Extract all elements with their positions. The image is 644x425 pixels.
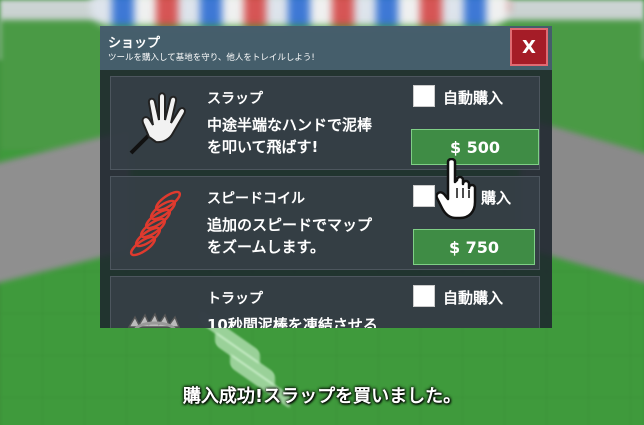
item-description-line: をズームします。	[207, 238, 326, 256]
auto-buy-label: 自動購入	[443, 289, 504, 307]
item-description-line: 追加のスピードでマップ	[207, 216, 373, 234]
item-description: 中途半端なハンドで泥棒 を叩いて飛ばす!	[207, 114, 407, 158]
coil-icon	[129, 190, 182, 257]
item-description-line: 中途半端なハンドで泥棒	[207, 116, 373, 134]
shop-header: ショップ ツールを購入して基地を守り、他人をトレイルしよう! X	[100, 26, 552, 70]
item-description: 追加のスピードでマップ をズームします。	[207, 214, 407, 258]
auto-buy-toggle[interactable]: 自動購入	[413, 85, 533, 109]
auto-buy-label: 自動購入	[443, 89, 504, 107]
shop-item-slap: スラップ 中途半端なハンドで泥棒 を叩いて飛ばす! 自動購入 $ 500	[110, 76, 540, 170]
item-description-line: を叩いて飛ばす!	[207, 138, 319, 156]
item-name: スピードコイル	[207, 191, 305, 207]
auto-buy-checkbox[interactable]	[413, 185, 435, 207]
hand-cursor-icon	[436, 158, 477, 220]
bear-trap-icon	[127, 312, 181, 328]
auto-buy-toggle[interactable]: 自動購入	[413, 285, 533, 309]
auto-buy-checkbox[interactable]	[413, 285, 435, 307]
shop-subtitle: ツールを購入して基地を守り、他人をトレイルしよう!	[108, 53, 315, 63]
item-description: 10秒間泥棒を凍結させる	[207, 314, 437, 328]
shop-item-trap: トラップ 10秒間泥棒を凍結させる 自動購入	[110, 276, 540, 328]
shop-title: ショップ	[108, 36, 161, 51]
item-name: スラップ	[207, 91, 263, 107]
glove-icon	[129, 92, 186, 155]
purchase-notification: 購入成功!スラップを買いました。	[182, 386, 462, 407]
item-name: トラップ	[207, 291, 263, 307]
buy-button[interactable]: $ 750	[413, 229, 535, 265]
balloon-decoration	[90, 0, 510, 26]
close-button[interactable]: X	[510, 28, 548, 66]
item-description-line: 10秒間泥棒を凍結させる	[207, 316, 378, 328]
auto-buy-checkbox[interactable]	[413, 85, 435, 107]
